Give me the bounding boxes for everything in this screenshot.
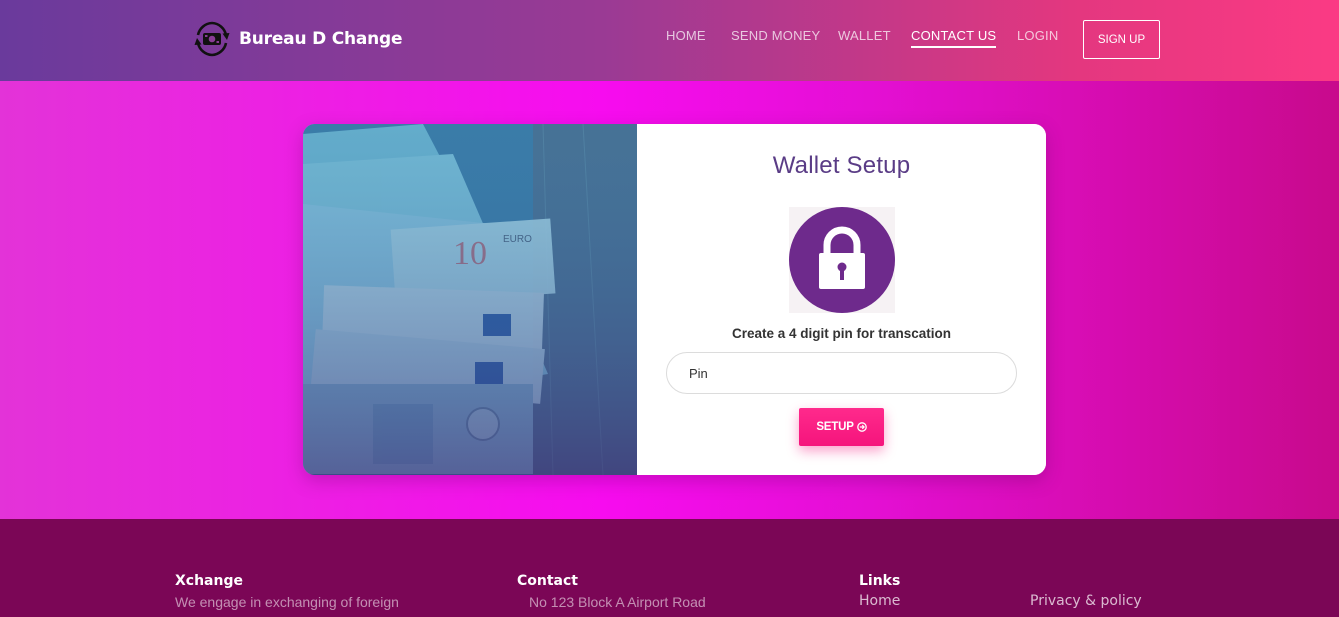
signup-button[interactable]: SIGN UP [1083, 20, 1160, 59]
footer-link-privacy[interactable]: Privacy & policy [1030, 593, 1142, 609]
wallet-setup-form: Wallet Setup Create a 4 digit pin for tr… [637, 124, 1046, 475]
nav-wallet[interactable]: WALLET [838, 28, 891, 43]
setup-button-label: SETUP [816, 421, 854, 433]
arrow-circle-right-icon [856, 422, 867, 432]
footer-link-home[interactable]: Home [859, 593, 900, 609]
footer-about: Xchange We engage in exchanging of forei… [175, 573, 399, 610]
footer-contact: Contact No 123 Block A Airport Road [517, 573, 706, 610]
nav-send-money[interactable]: SEND MONEY [731, 28, 820, 43]
form-title: Wallet Setup [772, 152, 911, 179]
footer-contact-address: No 123 Block A Airport Road [529, 594, 706, 610]
footer-links-heading: Links [859, 573, 901, 589]
nav-home[interactable]: HOME [666, 28, 706, 43]
padlock-icon [789, 207, 895, 313]
banknotes-illustration: 10 EURO [303, 124, 637, 475]
top-navbar: Bureau D Change HOME SEND MONEY WALLET C… [0, 0, 1339, 81]
lock-image [789, 207, 895, 313]
footer-about-heading: Xchange [175, 573, 243, 589]
main-section: 10 EURO Wallet Setup Create a 4 [0, 81, 1339, 519]
pin-instruction: Create a 4 digit pin for transcation [731, 326, 952, 341]
nav-login[interactable]: LOGIN [1017, 28, 1058, 43]
footer-contact-heading: Contact [517, 573, 578, 589]
footer: Xchange We engage in exchanging of forei… [0, 519, 1339, 617]
wallet-setup-card: 10 EURO Wallet Setup Create a 4 [303, 124, 1046, 475]
footer-links: Links Home [859, 573, 900, 609]
setup-button[interactable]: SETUP [799, 408, 884, 446]
footer-links-2: Privacy & policy [1030, 593, 1142, 609]
pin-input[interactable] [666, 352, 1017, 394]
footer-about-text: We engage in exchanging of foreign [175, 594, 399, 610]
euro-banknotes-image: 10 EURO [303, 124, 637, 475]
nav-contact-us[interactable]: CONTACT US [911, 28, 997, 48]
